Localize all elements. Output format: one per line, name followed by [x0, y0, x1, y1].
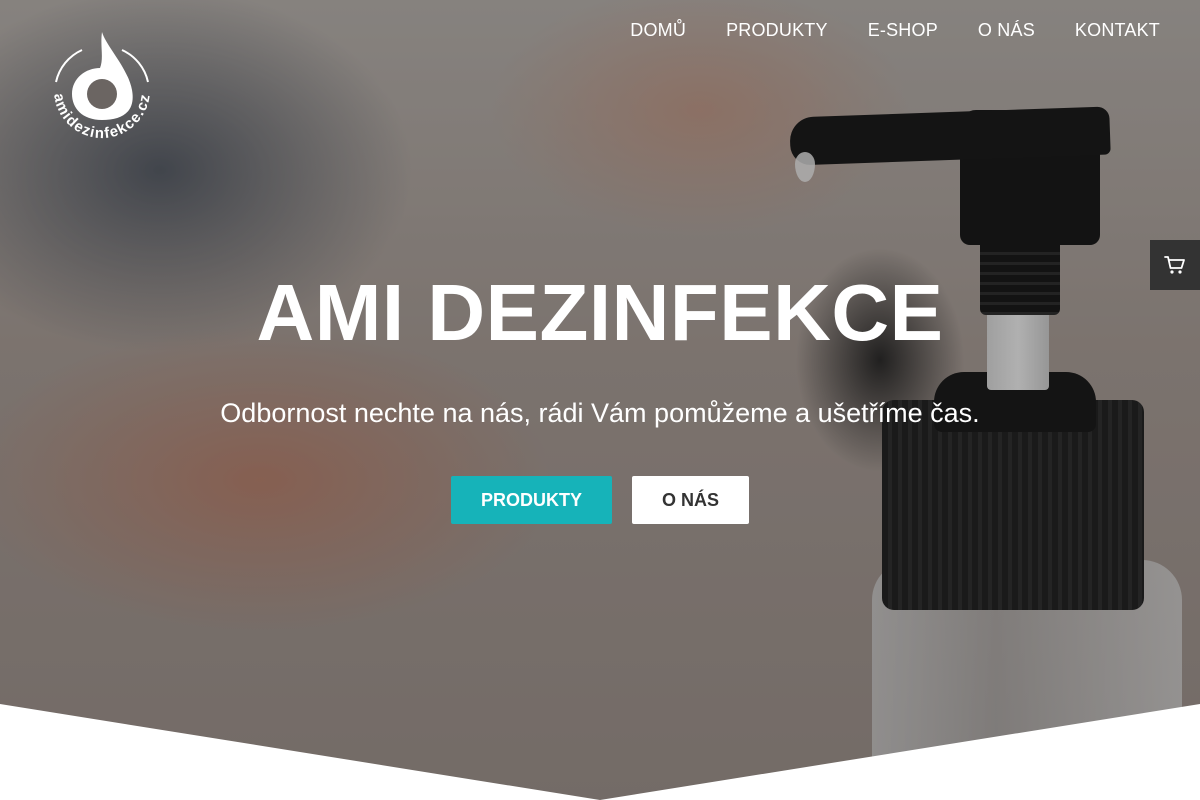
site-logo[interactable]: amidezinfekce.cz	[42, 28, 162, 154]
nav-item-produkty[interactable]: PRODUKTY	[726, 18, 828, 42]
nav-item-o-nas[interactable]: O NÁS	[978, 18, 1035, 42]
hero-cta-group: PRODUKTY O NÁS	[0, 476, 1200, 524]
hero-title: AMI DEZINFEKCE	[256, 268, 944, 357]
nav-item-domu[interactable]: DOMŮ	[630, 18, 686, 42]
logo-drop-icon: amidezinfekce.cz	[50, 32, 153, 142]
about-button[interactable]: O NÁS	[632, 476, 750, 524]
main-nav: DOMŮ PRODUKTY E-SHOP O NÁS KONTAKT	[630, 18, 1160, 42]
products-button[interactable]: PRODUKTY	[450, 476, 612, 524]
hero-subtitle: Odbornost nechte na nás, rádi Vám pomůže…	[220, 398, 980, 428]
nav-item-eshop[interactable]: E-SHOP	[868, 18, 938, 42]
nav-item-kontakt[interactable]: KONTAKT	[1075, 18, 1160, 42]
section-divider	[0, 704, 1200, 800]
